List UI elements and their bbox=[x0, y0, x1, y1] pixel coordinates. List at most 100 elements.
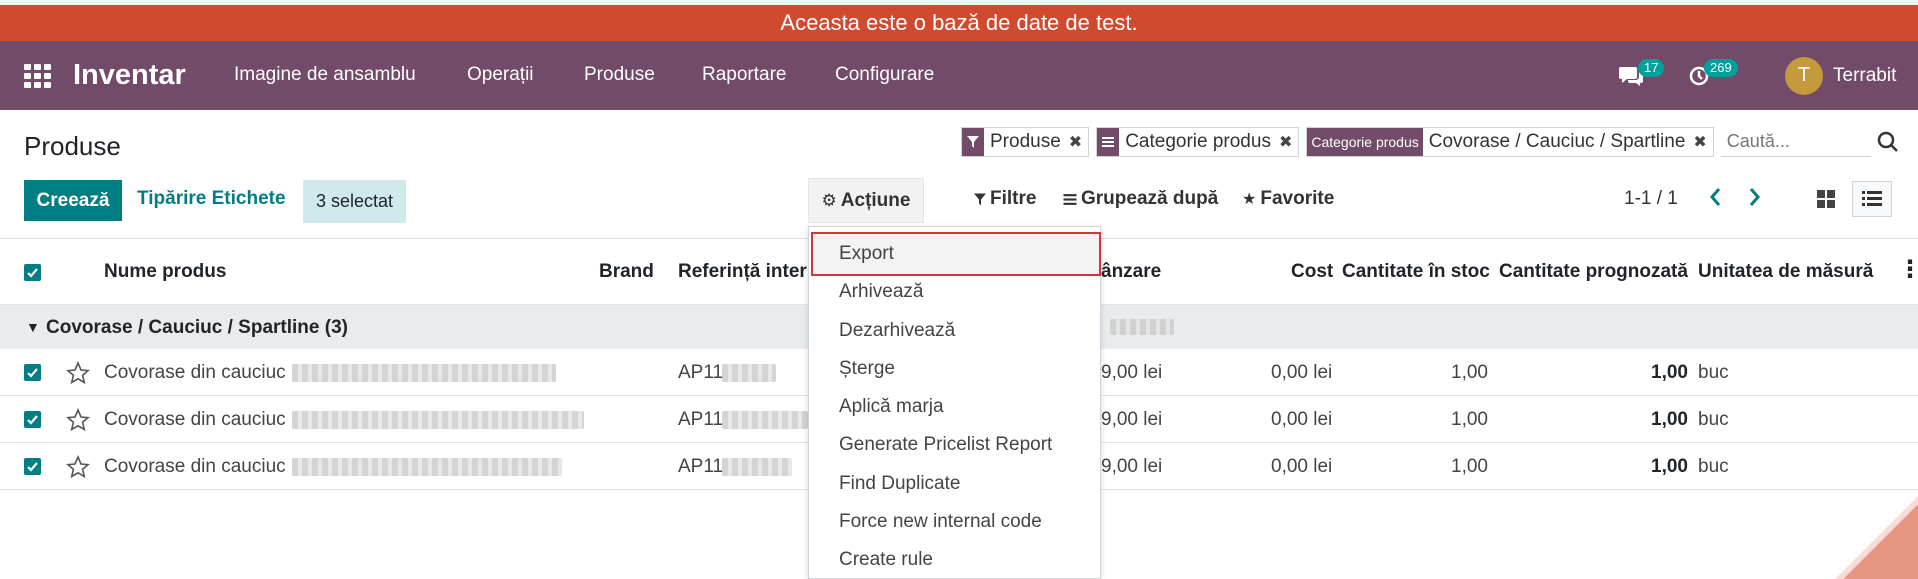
close-icon[interactable]: ✖ bbox=[1277, 128, 1298, 156]
kanban-icon bbox=[1817, 190, 1835, 208]
avatar: T bbox=[1785, 56, 1823, 95]
caret-down-icon: ▼ bbox=[26, 319, 40, 335]
row-checkbox[interactable] bbox=[24, 364, 41, 381]
favorites-label: Favorite bbox=[1260, 188, 1335, 209]
qty-forecast: 1,00 bbox=[1651, 362, 1688, 383]
search-icon[interactable] bbox=[1877, 131, 1899, 153]
cost: 0,00 lei bbox=[1271, 409, 1333, 430]
search-input[interactable] bbox=[1720, 127, 1871, 157]
favorites-button[interactable]: ★ Favorite bbox=[1242, 188, 1334, 210]
facet-filter-products[interactable]: Produse ✖ bbox=[961, 127, 1090, 157]
check-icon bbox=[27, 462, 38, 472]
kanban-view-button[interactable] bbox=[1806, 181, 1846, 217]
blurred-value bbox=[292, 364, 556, 382]
menu-operations[interactable]: Operații bbox=[467, 64, 534, 86]
product-name: Covorase din cauciuc bbox=[104, 456, 286, 477]
blurred-value bbox=[722, 364, 776, 382]
create-button[interactable]: Creează bbox=[24, 180, 122, 221]
list-view-button[interactable] bbox=[1852, 181, 1892, 217]
menu-overview[interactable]: Imagine de ansamblu bbox=[234, 64, 416, 86]
check-icon bbox=[27, 268, 38, 278]
menu-configuration[interactable]: Configurare bbox=[835, 64, 934, 86]
navbar: Inventar Imagine de ansamblu Operații Pr… bbox=[0, 41, 1918, 110]
facet-value: Covorase / Cauciuc / Spartline bbox=[1428, 131, 1686, 152]
chevron-right-icon[interactable] bbox=[1748, 186, 1762, 214]
actions-button[interactable]: ⚙ Acțiune bbox=[808, 178, 924, 223]
column-sale-price[interactable]: ânzare bbox=[1101, 261, 1161, 283]
menu-item-apply-margin[interactable]: Aplică marja bbox=[839, 396, 944, 418]
internal-reference: AP11 bbox=[678, 409, 724, 430]
menu-item-unarchive[interactable]: Dezarhivează bbox=[839, 320, 955, 342]
blurred-value bbox=[1110, 319, 1174, 335]
blurred-value bbox=[292, 411, 584, 429]
cost: 0,00 lei bbox=[1271, 362, 1333, 383]
column-qty-forecast[interactable]: Cantitate prognozată bbox=[1499, 261, 1688, 283]
blurred-value bbox=[292, 458, 562, 476]
gear-icon: ⚙ bbox=[821, 190, 837, 210]
qty-in-stock: 1,00 bbox=[1451, 456, 1488, 477]
apps-menu-icon[interactable] bbox=[24, 64, 51, 88]
selected-count[interactable]: 3 selectat bbox=[303, 180, 406, 223]
qty-forecast: 1,00 bbox=[1651, 456, 1688, 477]
cost: 0,00 lei bbox=[1271, 456, 1333, 477]
actions-label: Acțiune bbox=[840, 189, 911, 211]
menu-item-archive[interactable]: Arhivează bbox=[839, 281, 924, 303]
group-list-icon bbox=[1063, 193, 1077, 205]
filter-icon bbox=[962, 128, 984, 156]
column-cost[interactable]: Cost bbox=[1291, 261, 1333, 283]
groupby-label: Grupează după bbox=[1081, 188, 1219, 209]
app-name[interactable]: Inventar bbox=[73, 59, 186, 92]
sale-price: 9,00 lei bbox=[1101, 362, 1163, 383]
select-all-checkbox[interactable] bbox=[24, 264, 41, 281]
column-brand[interactable]: Brand bbox=[599, 261, 654, 283]
menu-item-export[interactable]: Export bbox=[839, 243, 894, 265]
menu-products[interactable]: Produse bbox=[584, 64, 655, 86]
blurred-value bbox=[722, 411, 808, 429]
row-checkbox[interactable] bbox=[24, 411, 41, 428]
menu-item-create-rule[interactable]: Create rule bbox=[839, 549, 933, 571]
user-menu[interactable]: T Terrabit bbox=[1785, 41, 1896, 110]
activities-button[interactable]: 269 bbox=[1688, 41, 1738, 110]
menu-item-pricelist-report[interactable]: Generate Pricelist Report bbox=[839, 434, 1052, 456]
menu-reporting[interactable]: Raportare bbox=[702, 64, 787, 86]
page-title: Produse bbox=[24, 131, 121, 161]
column-uom[interactable]: Unitatea de măsură bbox=[1698, 261, 1873, 283]
actions-dropdown: Export Arhivează Dezarhivează Șterge Apl… bbox=[808, 226, 1101, 579]
pager-value[interactable]: 1-1 / 1 bbox=[1624, 188, 1678, 210]
star-outline-icon[interactable] bbox=[66, 455, 90, 479]
print-labels-button[interactable]: Tipărire Etichete bbox=[137, 188, 286, 210]
uom: buc bbox=[1698, 362, 1729, 383]
row-checkbox[interactable] bbox=[24, 458, 41, 475]
filters-button[interactable]: Filtre bbox=[974, 188, 1036, 210]
chevron-left-icon[interactable] bbox=[1708, 186, 1722, 214]
check-icon bbox=[27, 415, 38, 425]
messages-button[interactable]: 17 bbox=[1618, 41, 1665, 110]
facet-category-value[interactable]: Categorie produs Covorase / Cauciuc / Sp… bbox=[1306, 127, 1714, 157]
star-outline-icon[interactable] bbox=[66, 361, 90, 385]
menu-item-delete[interactable]: Șterge bbox=[839, 358, 895, 380]
sale-price: 9,00 lei bbox=[1101, 456, 1163, 477]
qty-forecast: 1,00 bbox=[1651, 409, 1688, 430]
close-icon[interactable]: ✖ bbox=[1067, 128, 1088, 156]
product-name: Covorase din cauciuc bbox=[104, 362, 286, 383]
qty-in-stock: 1,00 bbox=[1451, 362, 1488, 383]
column-name[interactable]: Nume produs bbox=[104, 261, 226, 283]
star-outline-icon[interactable] bbox=[66, 408, 90, 432]
menu-item-force-internal-code[interactable]: Force new internal code bbox=[839, 511, 1042, 533]
column-internal-reference[interactable]: Referință intern bbox=[678, 261, 818, 283]
sale-price: 9,00 lei bbox=[1101, 409, 1163, 430]
column-qty-in-stock[interactable]: Cantitate în stoc bbox=[1342, 261, 1490, 283]
groupby-button[interactable]: Grupează după bbox=[1063, 188, 1218, 210]
menu-item-find-duplicate[interactable]: Find Duplicate bbox=[839, 473, 960, 495]
activities-count-badge: 269 bbox=[1704, 59, 1738, 77]
user-name: Terrabit bbox=[1833, 64, 1897, 86]
close-icon[interactable]: ✖ bbox=[1691, 128, 1712, 156]
uom: buc bbox=[1698, 456, 1729, 477]
facet-groupby-category[interactable]: Categorie produs ✖ bbox=[1096, 127, 1300, 157]
blurred-value bbox=[722, 458, 792, 476]
optional-columns-icon[interactable]: ⋮ bbox=[1898, 255, 1918, 284]
facet-value: Produse bbox=[990, 131, 1061, 152]
internal-reference: AP11 bbox=[678, 362, 724, 383]
star-icon: ★ bbox=[1242, 191, 1257, 208]
group-label: Covorase / Cauciuc / Spartline (3) bbox=[46, 317, 348, 338]
